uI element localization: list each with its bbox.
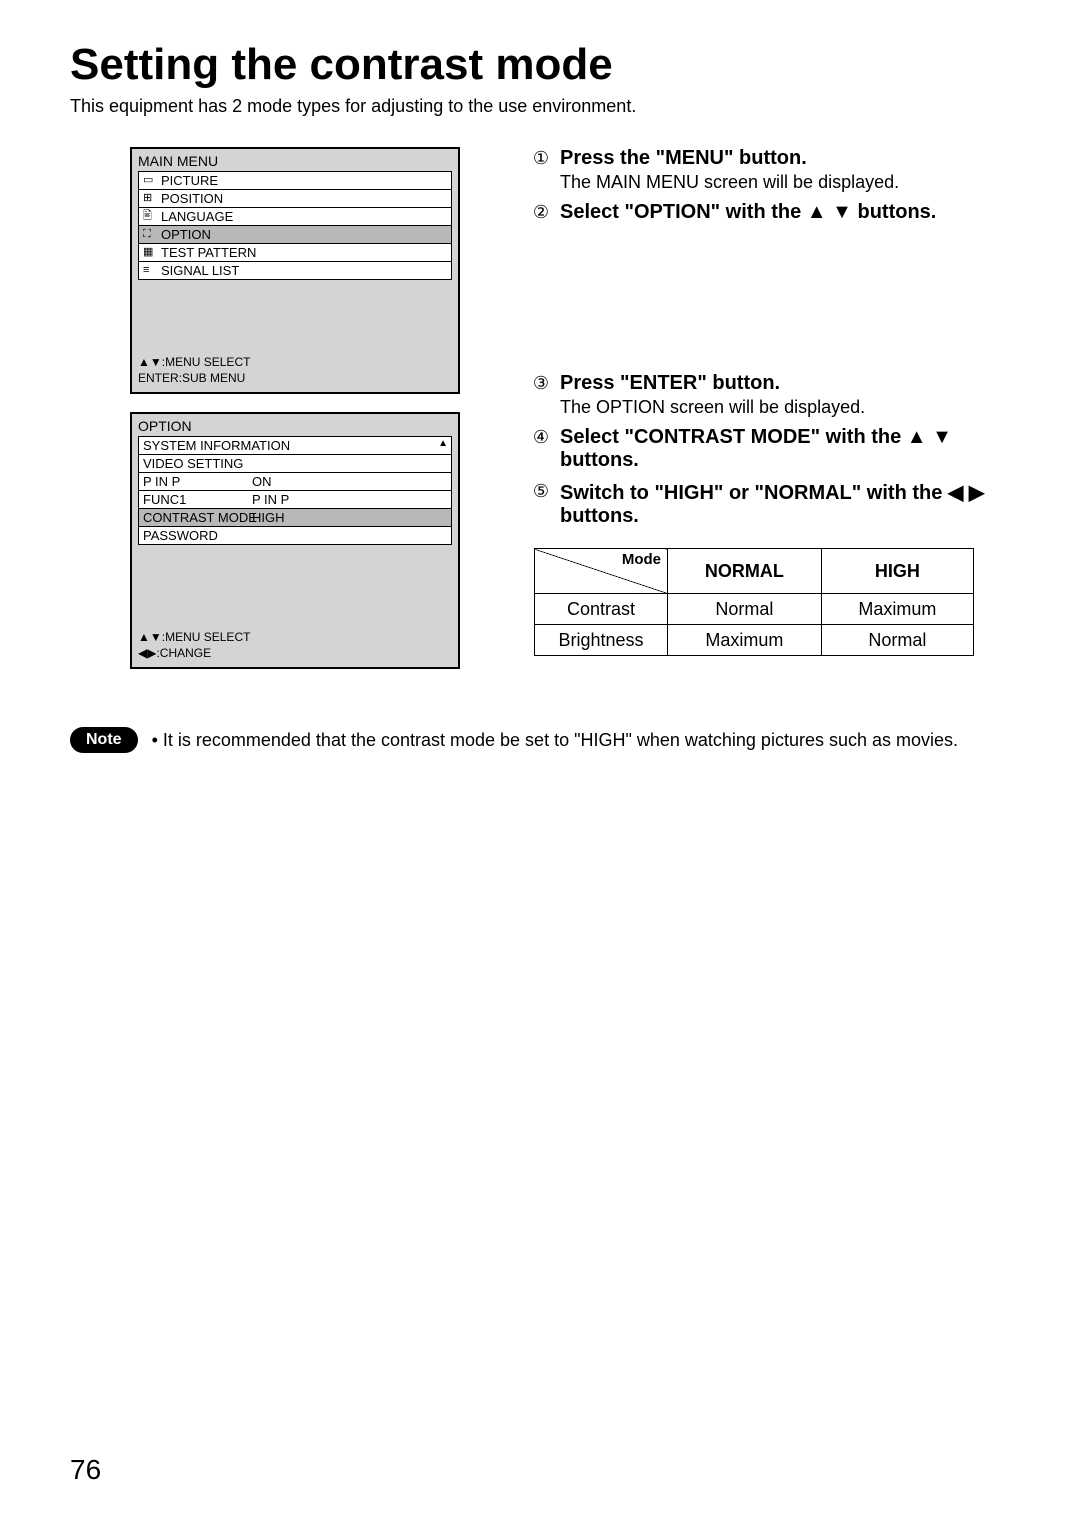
step-sub: The OPTION screen will be displayed. (560, 397, 1010, 418)
menu-item-testpattern: ▦TEST PATTERN (139, 244, 451, 262)
menu-item-position: ⊞POSITION (139, 190, 451, 208)
table-col-normal: NORMAL (668, 549, 822, 594)
step-number-icon: ③ (530, 372, 552, 394)
table-row-label: Brightness (535, 625, 668, 656)
main-menu-footer1: ▲▼:MENU SELECT (138, 354, 452, 370)
step-3: ③ Press "ENTER" button. The OPTION screen… (530, 372, 1010, 418)
step-number-icon: ① (530, 147, 552, 169)
option-item-password: PASSWORD (139, 527, 451, 544)
test-pattern-icon: ▦ (143, 244, 161, 261)
step-title: Switch to "HIGH" or "NORMAL" with the ◀ … (560, 480, 1010, 528)
picture-icon: ▭ (143, 172, 161, 189)
step-title: Press "ENTER" button. (560, 372, 780, 395)
step-5: ⑤ Switch to "HIGH" or "NORMAL" with the ◀… (530, 480, 1010, 528)
comparison-table: Mode NORMAL HIGH Contrast Normal Maximum… (534, 548, 974, 656)
note-row: Note • It is recommended that the contra… (70, 727, 1010, 753)
table-cell: Maximum (668, 625, 822, 656)
menu-item-label: TEST PATTERN (161, 244, 256, 261)
option-icon: ⛶ (143, 226, 161, 243)
menu-item-label: CONTRAST MODE (143, 509, 257, 526)
menu-item-value: P IN P (252, 491, 289, 508)
scroll-up-icon: ▲ (438, 438, 448, 449)
menu-item-label: FUNC1 (143, 491, 186, 508)
menu-item-label: SYSTEM INFORMATION (143, 437, 290, 454)
main-menu-list: ▭PICTURE ⊞POSITION 🖹LANGUAGE ⛶OPTION ▦TE… (138, 171, 452, 280)
option-menu-list: SYSTEM INFORMATION VIDEO SETTING P IN PO… (138, 436, 452, 545)
step-title: Select "OPTION" with the ▲ ▼ buttons. (560, 201, 936, 224)
menu-item-picture: ▭PICTURE (139, 172, 451, 190)
table-cell: Normal (821, 625, 973, 656)
step-4: ④ Select "CONTRAST MODE" with the ▲ ▼ but… (530, 426, 1010, 472)
menu-item-label: P IN P (143, 473, 180, 490)
table-row-label: Contrast (535, 594, 668, 625)
menu-item-value: ON (252, 473, 272, 490)
option-menu-osd: OPTION ▲ SYSTEM INFORMATION VIDEO SETTIN… (130, 412, 460, 669)
step-title: Select "CONTRAST MODE" with the ▲ ▼ butt… (560, 426, 1010, 472)
menu-item-label: SIGNAL LIST (161, 262, 239, 279)
table-corner: Mode (535, 549, 668, 594)
option-item-func1: FUNC1 P IN P (139, 491, 451, 509)
step-number-icon: ② (530, 201, 552, 223)
menu-item-label: POSITION (161, 190, 223, 207)
note-badge: Note (70, 727, 138, 753)
option-menu-title: OPTION (132, 414, 458, 436)
step-number-icon: ⑤ (530, 480, 552, 502)
page-title: Setting the contrast mode (70, 40, 1010, 90)
option-item-pinp: P IN P ON (139, 473, 451, 491)
step-sub: The MAIN MENU screen will be displayed. (560, 172, 1010, 193)
menu-item-option: ⛶OPTION (139, 226, 451, 244)
option-item-##rast: CONTRAST MODEHIGH (139, 509, 451, 527)
menu-item-signallist: ≡SIGNAL LIST (139, 262, 451, 279)
menu-item-language: 🖹LANGUAGE (139, 208, 451, 226)
intro-text: This equipment has 2 mode types for adju… (70, 96, 1010, 117)
position-icon: ⊞ (143, 190, 161, 207)
menu-item-label: PASSWORD (143, 527, 218, 544)
table-col-high: HIGH (821, 549, 973, 594)
note-text: • It is recommended that the contrast mo… (152, 730, 958, 751)
signal-list-icon: ≡ (143, 262, 161, 279)
option-item-video: VIDEO SETTING (139, 455, 451, 473)
menu-item-value: HIGH (252, 509, 285, 526)
option-menu-footer1: ▲▼:MENU SELECT (138, 629, 452, 645)
menu-item-label: PICTURE (161, 172, 218, 189)
step-1: ① Press the "MENU" button. The MAIN MENU … (530, 147, 1010, 193)
option-item-sysinfo: SYSTEM INFORMATION (139, 437, 451, 455)
table-row: Contrast Normal Maximum (535, 594, 974, 625)
menu-item-label: LANGUAGE (161, 208, 233, 225)
table-row: Brightness Maximum Normal (535, 625, 974, 656)
step-title: Press the "MENU" button. (560, 147, 807, 170)
page-number: 76 (70, 1454, 101, 1486)
step-2: ② Select "OPTION" with the ▲ ▼ buttons. (530, 201, 1010, 224)
step-number-icon: ④ (530, 426, 552, 448)
option-menu-footer2: ◀▶:CHANGE (138, 645, 452, 661)
menu-item-label: VIDEO SETTING (143, 455, 243, 472)
main-menu-footer2: ENTER:SUB MENU (138, 370, 452, 386)
language-icon: 🖹 (143, 208, 161, 225)
menu-item-label: OPTION (161, 226, 211, 243)
table-cell: Normal (668, 594, 822, 625)
table-cell: Maximum (821, 594, 973, 625)
main-menu-osd: MAIN MENU ▭PICTURE ⊞POSITION 🖹LANGUAGE ⛶… (130, 147, 460, 394)
main-menu-title: MAIN MENU (132, 149, 458, 171)
